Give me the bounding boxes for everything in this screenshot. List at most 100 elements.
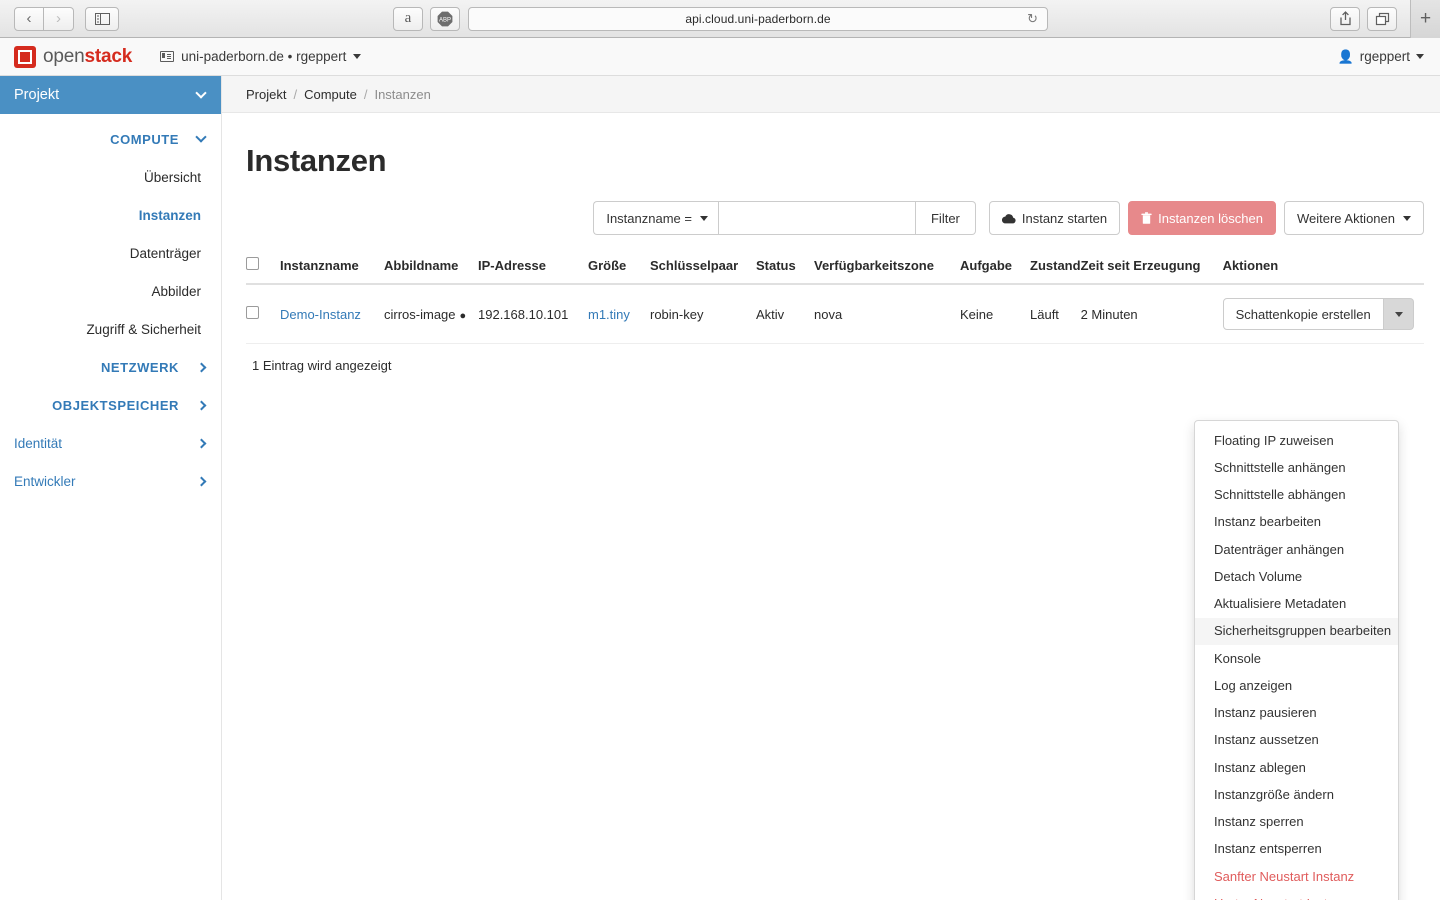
header-verfuegbarkeitszone[interactable]: Verfügbarkeitszone: [814, 249, 960, 285]
openstack-cube-icon: [14, 45, 36, 68]
chevron-left-icon: ‹: [26, 10, 32, 27]
sidebar-item-label: Abbilder: [151, 283, 201, 299]
row-action-split-button: Schattenkopie erstellen: [1222, 298, 1414, 330]
header-zustand[interactable]: Zustand: [1030, 249, 1081, 285]
chevron-down-icon: [195, 87, 207, 99]
sidebar-toggle-button[interactable]: [85, 6, 119, 31]
dropdown-menu-item[interactable]: Floating IP zuweisen: [1195, 427, 1398, 454]
header-zeit-seit-erzeugung[interactable]: Zeit seit Erzeugung: [1080, 249, 1223, 285]
filter-field-label: Instanzname =: [606, 210, 692, 226]
sidebar-group-netzwerk[interactable]: NETZWERK: [0, 348, 221, 386]
dropdown-menu-item[interactable]: Instanz bearbeiten: [1195, 509, 1398, 536]
forward-button[interactable]: ›: [44, 6, 74, 31]
cell-status: Aktiv: [756, 284, 814, 344]
table-body: Demo-Instanz cirros-image ● 192.168.10.10…: [246, 284, 1424, 344]
dropdown-menu-item[interactable]: Konsole: [1195, 645, 1398, 672]
cell-groesse: m1.tiny: [588, 284, 650, 344]
row-actions-dropdown-toggle[interactable]: [1383, 298, 1414, 330]
sidebar-group-objektspeicher[interactable]: OBJEKTSPEICHER: [0, 386, 221, 424]
flavor-link[interactable]: m1.tiny: [588, 307, 630, 322]
address-bar[interactable]: api.cloud.uni-paderborn.de ↻: [468, 6, 1048, 31]
breadcrumb-item-projekt[interactable]: Projekt: [246, 87, 286, 102]
cell-zustand: Läuft: [1030, 284, 1081, 344]
breadcrumb-separator: /: [363, 86, 368, 102]
breadcrumb-item-compute[interactable]: Compute: [304, 87, 357, 102]
adblock-extension-button[interactable]: ABP: [430, 6, 460, 31]
header-aufgabe[interactable]: Aufgabe: [960, 249, 1030, 285]
header-ip-adresse[interactable]: IP-Adresse: [478, 249, 588, 285]
sidebar-header-projekt[interactable]: Projekt: [0, 76, 221, 114]
cell-instanzname: Demo-Instanz: [280, 284, 384, 344]
browser-nav-group: ‹ ›: [14, 6, 74, 31]
cell-verfuegbarkeitszone: nova: [814, 284, 960, 344]
instance-name-link[interactable]: Demo-Instanz: [280, 307, 361, 322]
project-context-switcher[interactable]: uni-paderborn.de • rgeppert: [160, 49, 362, 64]
dropdown-menu-item[interactable]: Detach Volume: [1195, 563, 1398, 590]
openstack-topbar: openstack uni-paderborn.de • rgeppert 👤 …: [0, 38, 1440, 76]
back-button[interactable]: ‹: [14, 6, 44, 31]
chevron-down-icon: [1416, 54, 1424, 59]
dropdown-menu-item[interactable]: Datenträger anhängen: [1195, 536, 1398, 563]
sidebar-item-abbilder[interactable]: Abbilder: [0, 272, 221, 310]
search-input[interactable]: [717, 201, 916, 235]
dropdown-menu-item[interactable]: Instanz aussetzen: [1195, 727, 1398, 754]
header-abbildname[interactable]: Abbildname: [384, 249, 478, 285]
dropdown-menu-item[interactable]: Instanz ablegen: [1195, 754, 1398, 781]
breadcrumb-item-instanzen: Instanzen: [374, 86, 431, 102]
row-actions-dropdown-menu: Floating IP zuweisen Schnittstelle anhäng…: [1194, 420, 1399, 900]
filter-field-select[interactable]: Instanzname =: [593, 201, 718, 235]
launch-instance-label: Instanz starten: [1021, 210, 1108, 226]
row-checkbox[interactable]: [246, 306, 259, 319]
dropdown-menu-item[interactable]: Instanz sperren: [1195, 809, 1398, 836]
new-tab-button[interactable]: +: [1410, 0, 1440, 38]
sidebar-panel-entwickler[interactable]: Entwickler: [0, 462, 221, 500]
openstack-wordmark: openstack: [43, 45, 133, 67]
reload-icon[interactable]: ↻: [1027, 11, 1038, 27]
openstack-logo[interactable]: openstack: [14, 45, 133, 68]
sidebar-panel-identitaet[interactable]: Identität: [0, 424, 221, 462]
breadcrumb-separator: /: [293, 86, 298, 102]
sidebar-item-zugriff-sicherheit[interactable]: Zugriff & Sicherheit: [0, 310, 221, 348]
launch-instance-button[interactable]: Instanz starten: [988, 201, 1121, 235]
dropdown-menu-item[interactable]: Sicherheitsgruppen bearbeiten: [1195, 617, 1398, 645]
delete-instances-label: Instanzen löschen: [1158, 210, 1263, 226]
dropdown-menu-item[interactable]: Instanzgröße ändern: [1195, 781, 1398, 808]
sidebar-item-instanzen[interactable]: Instanzen: [0, 196, 221, 234]
user-menu[interactable]: 👤 rgeppert: [1338, 49, 1424, 65]
header-groesse[interactable]: Größe: [588, 249, 650, 285]
dropdown-menu-item[interactable]: Log anzeigen: [1195, 672, 1398, 699]
cell-abbildname: cirros-image ●: [384, 284, 478, 344]
dropdown-menu-item[interactable]: Schnittstelle anhängen: [1195, 454, 1398, 481]
sidebar-panel-label: Entwickler: [14, 473, 76, 489]
dropdown-menu-item[interactable]: Aktualisiere Metadaten: [1195, 591, 1398, 618]
more-actions-button[interactable]: Weitere Aktionen: [1283, 201, 1424, 235]
dropdown-menu-item[interactable]: Instanz entsperren: [1195, 836, 1398, 863]
dropdown-menu-item[interactable]: Harter Neustart Instanz: [1195, 890, 1398, 900]
sidebar-group-label: COMPUTE: [110, 131, 179, 147]
amazon-extension-button[interactable]: a: [393, 6, 423, 31]
dropdown-menu-item[interactable]: Sanfter Neustart Instanz: [1195, 863, 1398, 890]
sidebar-item-label: Datenträger: [129, 245, 201, 261]
user-menu-label: rgeppert: [1359, 49, 1410, 64]
svg-text:ABP: ABP: [439, 17, 451, 23]
header-instanzname[interactable]: Instanzname: [280, 249, 384, 285]
share-button[interactable]: [1330, 6, 1360, 31]
filter-button[interactable]: Filter: [915, 201, 976, 235]
header-status[interactable]: Status: [756, 249, 814, 285]
sidebar-item-datentraeger[interactable]: Datenträger: [0, 234, 221, 272]
dropdown-menu-item[interactable]: Instanz pausieren: [1195, 700, 1398, 727]
header-schluesselpaar[interactable]: Schlüsselpaar: [650, 249, 756, 285]
chevron-right-icon: ›: [56, 10, 61, 27]
project-context-label: uni-paderborn.de • rgeppert: [181, 49, 347, 64]
show-tabs-button[interactable]: [1367, 6, 1397, 31]
sidebar-group-label: OBJEKTSPEICHER: [52, 397, 179, 413]
create-snapshot-button[interactable]: Schattenkopie erstellen: [1222, 298, 1384, 330]
dropdown-menu-item[interactable]: Schnittstelle abhängen: [1195, 482, 1398, 509]
sidebar-item-label: Instanzen: [138, 207, 201, 223]
delete-instances-button[interactable]: Instanzen löschen: [1128, 201, 1276, 235]
cloud-icon: [1001, 213, 1016, 223]
select-all-checkbox[interactable]: [246, 257, 259, 270]
sidebar-item-uebersicht[interactable]: Übersicht: [0, 158, 221, 196]
sidebar-group-compute[interactable]: COMPUTE: [0, 120, 221, 158]
user-icon: 👤: [1337, 48, 1354, 64]
